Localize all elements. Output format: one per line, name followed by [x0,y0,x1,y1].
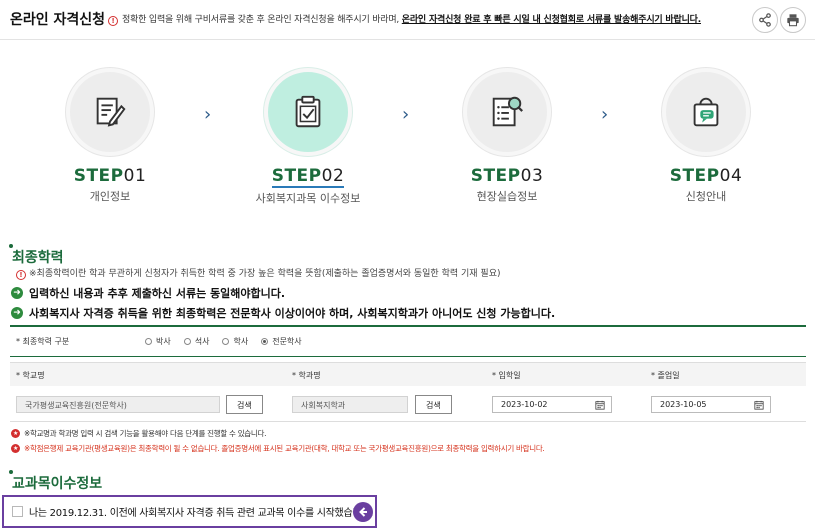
step-arrow-icon: › [601,104,609,125]
radio-circle-icon [183,338,191,345]
arrow-left-icon [353,502,373,522]
radio-circle-icon [222,338,230,345]
radio-bachelor[interactable]: 학사 [222,336,248,347]
page-title: 온라인 자격신청 [10,12,106,28]
guide-line-2: ➜ 사회복지사 자격증 취득을 위한 최종학력은 전문학사 이상이어야 하며, 사… [11,305,555,321]
radio-associate[interactable]: 전문학사 [261,336,302,347]
step-indicator: STEP01 개인정보 › STEP02 사회복지과목 이수정보 › STEP0… [0,60,815,210]
radio-master[interactable]: 석사 [183,336,209,347]
top-bar: 온라인 자격신청 ! 정확한 입력을 위해 구비서류를 갖춘 후 온라인 자격신청… [0,0,815,40]
degree-row: * 최종학력 구분 박사 석사 학사 전문학사 [10,325,806,357]
step-04: STEP04 신청안내 [636,68,776,204]
guide-line-1: ➜ 입력하신 내용과 추후 제출하신 서류는 동일해야합니다. [11,285,285,301]
calendar-icon [594,400,605,410]
document-search-icon [492,96,524,127]
step-circle [264,68,352,156]
section-title-course-info: 교과목이수정보 [8,470,102,493]
step-label: 신청안내 [685,190,727,203]
warning-icon: ! [108,16,118,26]
table-value-row: 국가평생교육진흥원(전문학사) 검색 사회복지학과 검색 2023-10-02 … [10,386,806,422]
warning-icon: ★ [11,444,20,453]
step-circle [662,68,750,156]
degree-label: * 최종학력 구분 [16,337,70,346]
grad-date-calendar-button[interactable] [747,396,771,413]
arrow-right-circle-icon: ➜ [11,287,23,299]
table-header-row: * 학교명 * 학과명 * 입학일 * 졸업일 [10,362,806,386]
step-number: STEP02 [271,166,345,188]
course-start-confirm[interactable]: 나는 2019.12.31. 이전에 사회복지사 자격증 취득 관련 교과목 이… [2,495,377,528]
step-number: STEP04 [669,166,743,186]
entry-date-calendar-button[interactable] [588,396,612,413]
step-circle [463,68,551,156]
clipboard-check-icon [295,95,321,128]
step-02: STEP02 사회복지과목 이수정보 [238,68,378,206]
radio-circle-icon [261,338,269,345]
course-start-label: 나는 2019.12.31. 이전에 사회복지사 자격증 취득 관련 교과목 이… [29,508,374,519]
warning-icon: ★ [11,429,20,438]
print-icon [787,14,799,27]
step-number: STEP03 [470,166,544,186]
school-name-field: 국가평생교육진흥원(전문학사) [16,396,220,413]
col-grad-label: * 졸업일 [651,371,680,380]
header-notice: ! 정확한 입력을 위해 구비서류를 갖춘 후 온라인 자격신청을 해주시기 바라… [108,12,701,26]
credit-bank-note: ★ ※학점은행제 교육기관(평생교육원)은 최종학력이 될 수 없습니다. 졸업증… [11,444,545,453]
col-entry-label: * 입학일 [492,371,521,380]
step-number: STEP01 [73,166,147,186]
degree-form: * 최종학력 구분 박사 석사 학사 전문학사 [10,325,806,357]
radio-doctor[interactable]: 박사 [145,336,171,347]
step-label: 현장실습정보 [476,190,538,203]
step-03: STEP03 현장실습정보 [437,68,577,204]
major-search-button[interactable]: 검색 [415,395,452,414]
radio-circle-icon [145,338,152,345]
school-search-button[interactable]: 검색 [226,395,263,414]
warning-icon: ! [16,270,26,280]
final-education-info: ! ※최종학력이란 학과 무관하게 신청자가 취득한 학력 중 가장 높은 학력을… [16,266,500,280]
shopping-bag-chat-icon [693,97,719,127]
step-circle [66,68,154,156]
share-icon [759,13,771,27]
step-arrow-icon: › [402,104,410,125]
edit-document-icon [96,97,126,127]
course-start-checkbox[interactable] [12,506,23,517]
step-label: 개인정보 [89,190,131,203]
section-title-final-education: 최종학력 [9,244,64,267]
step-label: 사회복지과목 이수정보 [255,192,361,205]
step-01: STEP01 개인정보 [40,68,180,204]
arrow-right-circle-icon: ➜ [11,307,23,319]
print-button[interactable] [780,7,806,33]
col-major-label: * 학과명 [292,371,321,380]
calendar-icon [753,400,764,410]
step-arrow-icon: › [204,104,212,125]
col-school-label: * 학교명 [16,371,45,380]
share-button[interactable] [752,7,778,33]
notice-strong-text: 온라인 자격신청 완료 후 빠른 시일 내 신청협회로 서류를 발송해주시기 바… [401,15,701,25]
search-note: ★ ※학교명과 학과명 입력 시 검색 기능을 활용해야 다음 단계를 진행할 수… [11,429,267,438]
notice-text: 정확한 입력을 위해 구비서류를 갖춘 후 온라인 자격신청을 해주시기 바라며… [122,15,400,25]
major-name-field: 사회복지학과 [292,396,408,413]
